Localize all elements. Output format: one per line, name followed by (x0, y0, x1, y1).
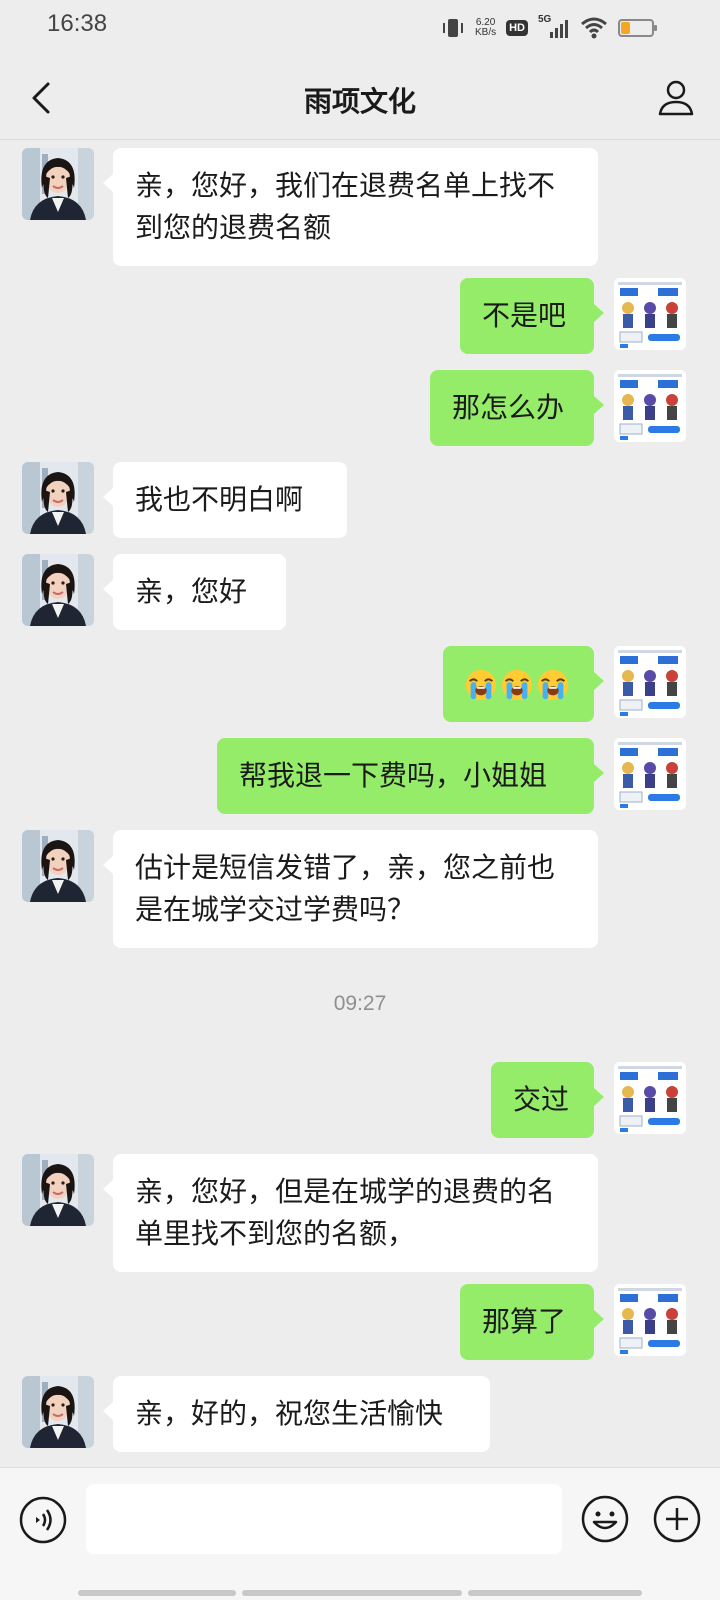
message-bubble-incoming[interactable]: 亲，您好，我们在退费名单上找不到您的退费名额 (103, 148, 598, 266)
status-time: 16:38 (47, 10, 108, 37)
agent-avatar[interactable] (22, 554, 94, 626)
signal-indicator: 5G (538, 14, 570, 40)
loudly-crying-face-icon (464, 668, 498, 702)
message-bubble-incoming[interactable]: 我也不明白啊 (103, 462, 347, 538)
agent-avatar[interactable] (22, 462, 94, 534)
message-bubble-outgoing[interactable]: 那怎么办 (430, 370, 604, 446)
loudly-crying-face-icon (536, 668, 570, 702)
message-bubble-incoming[interactable]: 亲，您好，但是在城学的退费的名单里找不到您的名额， (103, 1154, 598, 1272)
voice-icon[interactable] (18, 1495, 68, 1545)
message-bubble-outgoing[interactable]: 那算了 (460, 1284, 604, 1360)
message-bubble-incoming[interactable]: 亲，您好 (103, 554, 286, 630)
net-speed: 6.20 KB/s (475, 18, 496, 38)
my-avatar[interactable] (614, 646, 686, 718)
message-bubble-incoming[interactable]: 估计是短信发错了，亲，您之前也是在城学交过学费吗？ (103, 830, 598, 948)
loudly-crying-face-icon (500, 668, 534, 702)
input-bar (0, 1467, 720, 1600)
agent-avatar[interactable] (22, 1154, 94, 1226)
my-avatar[interactable] (614, 1062, 686, 1134)
gesture-bar (78, 1590, 642, 1596)
wifi-icon (581, 17, 607, 39)
agent-avatar[interactable] (22, 148, 94, 220)
message-input[interactable] (86, 1484, 562, 1554)
chat-timestamp: 09:27 (333, 992, 387, 1015)
my-avatar[interactable] (614, 738, 686, 810)
hd-badge: HD (506, 20, 528, 36)
my-avatar[interactable] (614, 1284, 686, 1356)
message-bubble-outgoing[interactable] (443, 646, 604, 722)
my-avatar[interactable] (614, 370, 686, 442)
person-icon[interactable] (654, 76, 698, 120)
message-bubble-incoming[interactable]: 亲，好的，祝您生活愉快 (103, 1376, 490, 1452)
message-bubble-outgoing[interactable]: 帮我退一下费吗，小姐姐 (217, 738, 604, 814)
chat-header: 雨项文化 (0, 56, 720, 140)
message-bubble-outgoing[interactable]: 不是吧 (460, 278, 604, 354)
vibrate-icon (442, 19, 463, 37)
chat-title: 雨项文化 (303, 85, 416, 118)
message-bubble-outgoing[interactable]: 交过 (491, 1062, 604, 1138)
battery-icon (618, 19, 657, 37)
agent-avatar[interactable] (22, 1376, 94, 1448)
agent-avatar[interactable] (22, 830, 94, 902)
signal-icon (550, 20, 568, 38)
plus-circle-icon[interactable] (652, 1494, 702, 1544)
emoji-face-icon[interactable] (580, 1494, 630, 1544)
battery-level (621, 22, 630, 34)
my-avatar[interactable] (614, 278, 686, 350)
net-speed-unit: KB/s (474, 27, 497, 38)
status-bar: 16:38 6.20 KB/s HD 5G (0, 0, 720, 56)
status-icons: 6.20 KB/s HD 5G (441, 14, 657, 42)
